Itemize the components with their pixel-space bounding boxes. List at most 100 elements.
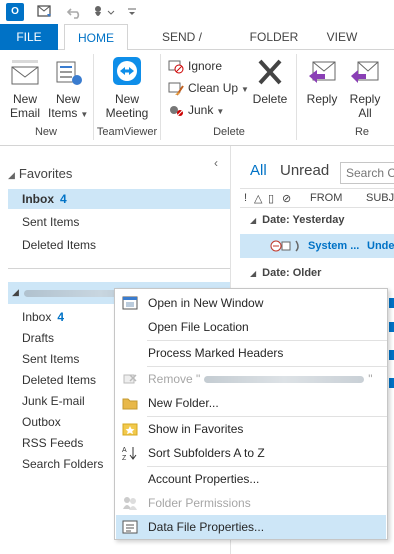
folder-sent-items[interactable]: Sent Items	[22, 349, 79, 369]
folder-outbox[interactable]: Outbox	[22, 412, 61, 432]
tab-view[interactable]: VIEW	[318, 24, 366, 50]
unread-row-marker	[389, 322, 394, 332]
collapse-triangle-icon: ◢	[8, 170, 15, 180]
redacted-account-name	[204, 376, 365, 384]
new-meeting-button[interactable]: New Meeting	[100, 56, 154, 120]
unread-row-marker	[389, 350, 394, 360]
unread-row-marker	[389, 298, 394, 308]
collapse-triangle-icon: ◢	[250, 269, 257, 278]
favorites-header[interactable]: ◢ Favorites	[8, 166, 72, 181]
group-label-respond: Re	[354, 126, 370, 138]
clean-up-icon	[168, 82, 184, 96]
message-subject: Unde	[367, 240, 394, 252]
group-label-new: New	[34, 126, 57, 138]
folder-drafts[interactable]: Drafts	[22, 328, 54, 348]
touch-mode-icon[interactable]	[90, 3, 115, 21]
new-folder-icon	[122, 398, 138, 410]
group-label-teamviewer: TeamViewer	[96, 126, 158, 138]
remove-icon	[123, 374, 137, 384]
chevron-down-icon: ▼	[80, 110, 89, 119]
menu-new-folder[interactable]: New Folder...	[116, 391, 386, 415]
menu-account-properties[interactable]: Account Properties...	[116, 467, 386, 491]
menu-sort-subfolders[interactable]: AZ Sort Subfolders A to Z	[116, 441, 386, 465]
tab-folder[interactable]: FOLDER	[244, 24, 304, 50]
reply-all-icon	[351, 61, 379, 83]
column-from[interactable]: FROM	[310, 192, 342, 204]
menu-open-file-location[interactable]: Open File Location	[116, 315, 386, 339]
collapse-triangle-icon: ◢	[250, 216, 257, 225]
permissions-users-icon	[123, 497, 137, 510]
menu-open-new-window[interactable]: Open in New Window	[116, 291, 386, 315]
new-window-icon	[122, 296, 138, 310]
properties-icon	[122, 520, 138, 534]
unread-row-marker	[389, 378, 394, 388]
unread-count: 4	[60, 192, 67, 206]
column-subject[interactable]: SUBJE	[366, 192, 394, 204]
new-email-icon	[11, 60, 39, 85]
unread-count: 4	[57, 310, 65, 324]
title-bar: O	[0, 0, 394, 24]
folder-junk-email[interactable]: Junk E-mail	[22, 391, 85, 411]
ribbon-divider	[160, 54, 161, 140]
chevron-down-icon: ▼	[216, 107, 225, 116]
tab-send-receive[interactable]: SEND / RECEIVE	[136, 24, 228, 70]
tab-home[interactable]: HOME	[64, 24, 128, 51]
reply-icon	[309, 61, 336, 83]
reminder-column-icon[interactable]: △	[254, 192, 262, 205]
menu-show-in-favorites[interactable]: Show in Favorites	[116, 417, 386, 441]
delete-button[interactable]: Delete	[250, 58, 290, 106]
menu-remove: Remove " "	[116, 367, 386, 391]
context-menu: Open in New Window Open File Location Pr…	[114, 288, 388, 540]
favorite-sent-items[interactable]: Sent Items	[8, 212, 230, 232]
ribbon-divider	[296, 54, 297, 140]
folder-inbox[interactable]: Inbox 4	[22, 307, 64, 327]
group-header-older[interactable]: ◢ Date: Older	[250, 267, 321, 279]
outlook-logo-icon: O	[6, 3, 24, 21]
teamviewer-icon	[113, 57, 141, 85]
filter-unread[interactable]: Unread	[280, 162, 329, 179]
pane-divider	[8, 268, 230, 269]
sort-az-icon: AZ	[122, 447, 137, 461]
customize-toolbar-icon[interactable]	[126, 3, 144, 21]
menu-data-file-properties[interactable]: Data File Properties...	[116, 515, 386, 539]
junk-button[interactable]: Junk ▼	[168, 100, 224, 120]
new-items-icon	[56, 61, 82, 85]
favorite-deleted-items[interactable]: Deleted Items	[8, 235, 230, 255]
folder-rss-feeds[interactable]: RSS Feeds	[22, 433, 83, 453]
delete-icon	[258, 59, 282, 85]
message-row[interactable]: System ... Unde	[240, 234, 394, 258]
ignore-icon	[168, 60, 184, 74]
clean-up-button[interactable]: Clean Up ▼	[168, 78, 249, 98]
column-headers: ! △ ▯ ⊘ FROM SUBJE	[240, 188, 394, 208]
attachment-column-icon[interactable]: ⊘	[282, 192, 291, 205]
collapse-pane-icon[interactable]: ‹	[214, 156, 218, 170]
ribbon: New Email New Items ▼ New New Meeting Tea…	[0, 50, 394, 146]
search-input[interactable]: Search Cu	[340, 162, 394, 184]
junk-icon	[170, 106, 183, 116]
reply-all-button[interactable]: Reply All	[346, 58, 384, 120]
send-receive-icon[interactable]	[36, 3, 54, 21]
svg-text:Z: Z	[122, 455, 127, 461]
message-status-icon	[270, 240, 299, 252]
folder-deleted-items[interactable]: Deleted Items	[22, 370, 96, 390]
filter-all[interactable]: All	[250, 162, 267, 179]
menu-folder-permissions: Folder Permissions	[116, 491, 386, 515]
importance-column-icon[interactable]: !	[244, 192, 247, 204]
message-sender: System ...	[308, 240, 360, 252]
favorites-star-icon	[122, 423, 138, 436]
folder-search-folders[interactable]: Search Folders	[22, 454, 103, 474]
ribbon-tabs: FILE HOME SEND / RECEIVE FOLDER VIEW	[0, 24, 394, 70]
ignore-button[interactable]: Ignore	[168, 56, 222, 76]
group-label-delete: Delete	[213, 126, 245, 138]
reply-button[interactable]: Reply	[302, 58, 342, 106]
icon-column-icon[interactable]: ▯	[268, 192, 274, 205]
chevron-down-icon: ▼	[241, 85, 249, 94]
new-email-button[interactable]: New Email	[6, 60, 44, 120]
undo-icon[interactable]	[66, 3, 84, 21]
tab-file[interactable]: FILE	[0, 24, 58, 50]
menu-process-marked-headers[interactable]: Process Marked Headers	[116, 341, 386, 365]
new-items-button[interactable]: New Items ▼	[48, 60, 88, 122]
favorite-inbox[interactable]: Inbox 4	[8, 189, 230, 209]
group-header-yesterday[interactable]: ◢ Date: Yesterday	[250, 214, 345, 226]
collapse-triangle-icon: ◢	[12, 287, 19, 297]
